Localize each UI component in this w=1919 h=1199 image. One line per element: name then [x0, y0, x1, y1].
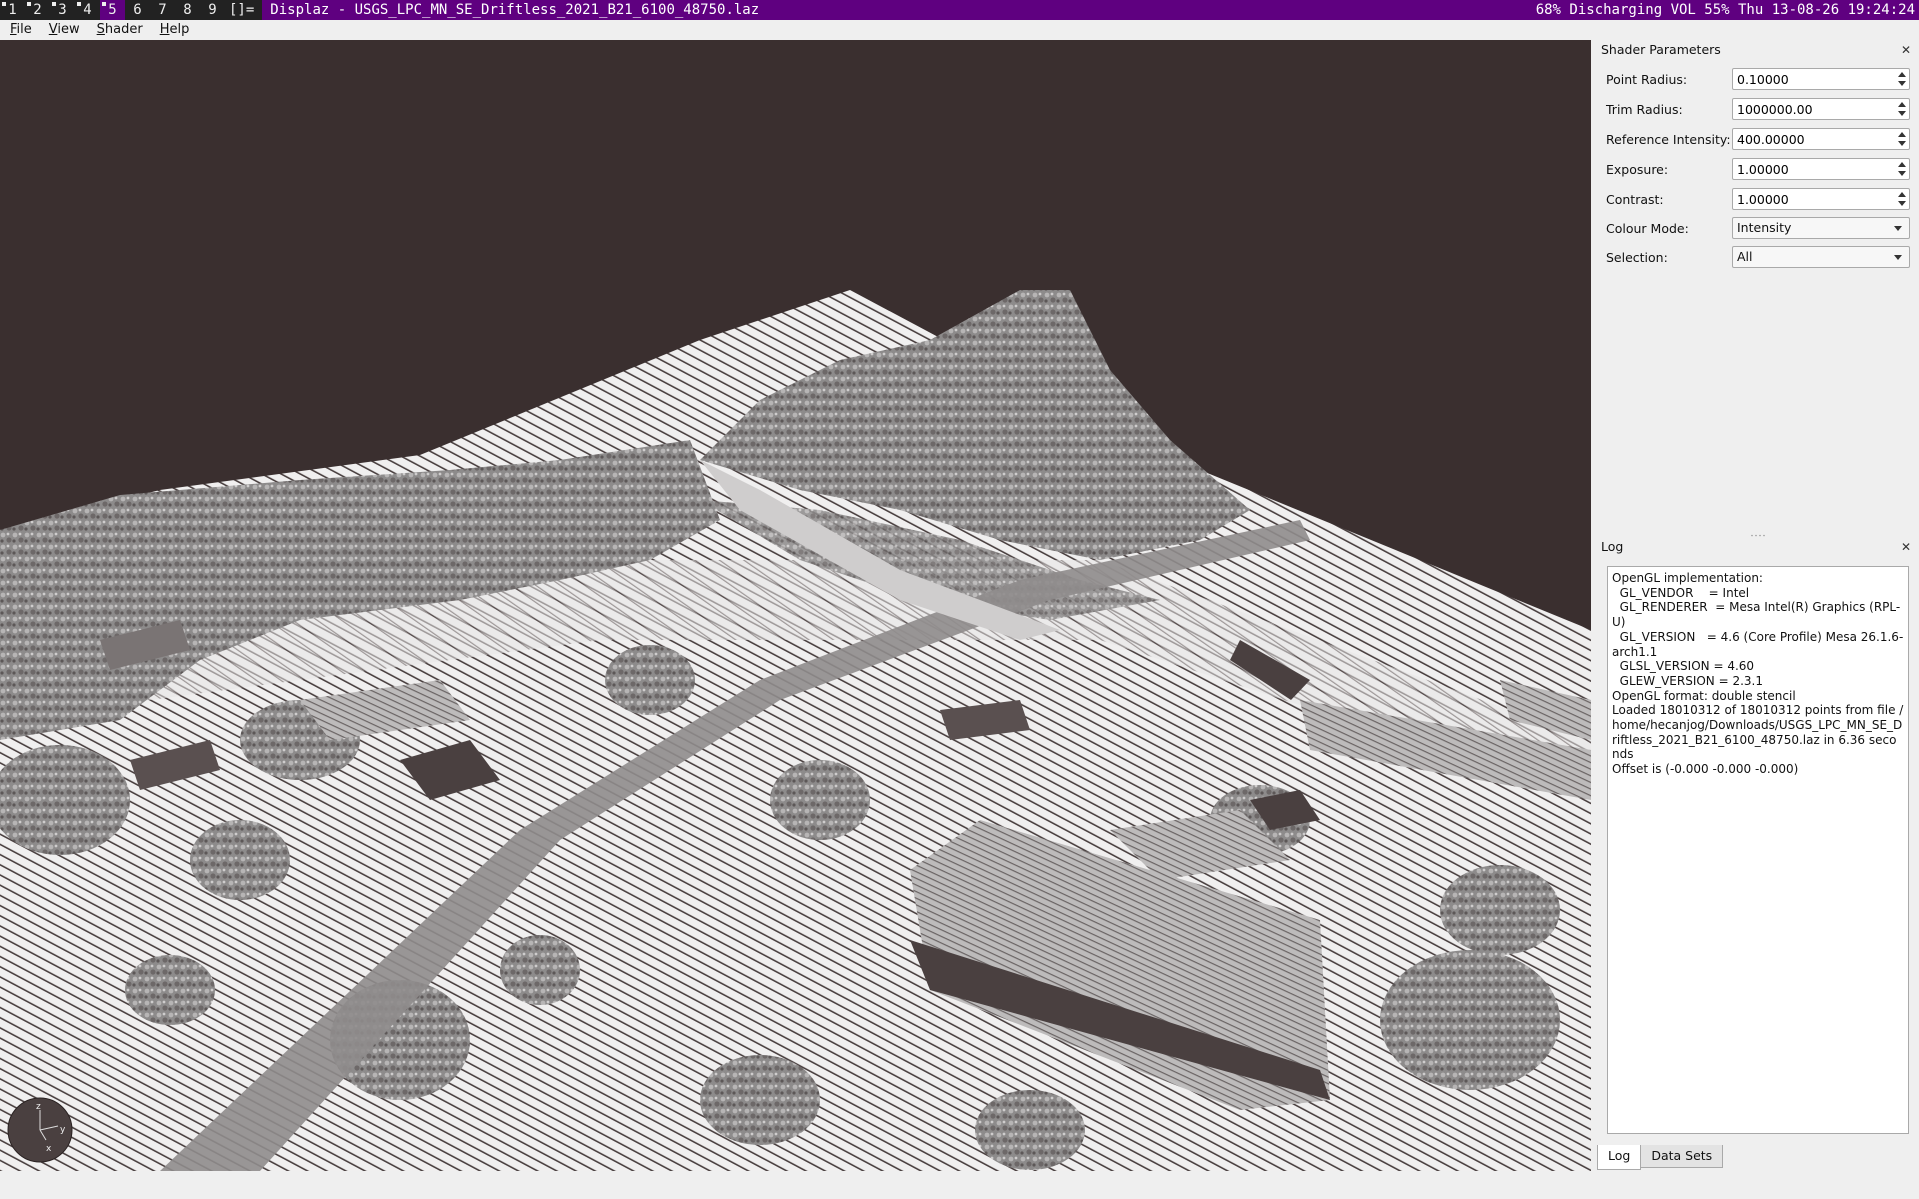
- exposure-input[interactable]: [1733, 159, 1893, 179]
- point-radius-up-icon[interactable]: [1898, 72, 1906, 77]
- reference-intensity-down-icon[interactable]: [1898, 141, 1906, 146]
- chevron-down-icon: [1894, 226, 1902, 231]
- axes-gizmo: z y x: [7, 1097, 73, 1163]
- occupied-indicator-icon: [77, 2, 81, 6]
- log-title-bar: Log ✕: [1600, 537, 1914, 557]
- workspace-tag-3[interactable]: 3: [50, 0, 75, 20]
- reference-intensity-input[interactable]: [1733, 129, 1893, 149]
- axis-z-label: z: [36, 1102, 41, 1112]
- exposure-spinbox[interactable]: [1732, 158, 1910, 180]
- menu-help[interactable]: Help: [150, 20, 197, 40]
- point-cloud-viewport[interactable]: z y x: [0, 40, 1591, 1171]
- point-cloud-render: z y x: [0, 290, 1591, 1171]
- exposure-down-icon[interactable]: [1898, 171, 1906, 176]
- menu-file[interactable]: File: [0, 20, 39, 40]
- reference-intensity-label: Reference Intensity:: [1606, 132, 1731, 147]
- contrast-input[interactable]: [1733, 189, 1893, 209]
- axis-y-label: y: [60, 1125, 66, 1135]
- shader-parameters-panel: Point Radius: Trim Radius: Reference Int…: [1600, 62, 1914, 532]
- exposure-label: Exposure:: [1606, 162, 1669, 177]
- trim-radius-row: Trim Radius:: [1606, 98, 1912, 122]
- contrast-row: Contrast:: [1606, 188, 1912, 212]
- tab-data-sets[interactable]: Data Sets: [1640, 1145, 1724, 1168]
- layout-indicator[interactable]: []=: [225, 0, 262, 20]
- occupied-indicator-icon: [27, 2, 31, 6]
- workspace-tag-7[interactable]: 7: [150, 0, 175, 20]
- workspace-tag-4[interactable]: 4: [75, 0, 100, 20]
- log-title: Log: [1601, 539, 1624, 554]
- occupied-indicator-icon: [2, 2, 6, 6]
- point-radius-spinbox[interactable]: [1732, 68, 1910, 90]
- log-text-area[interactable]: OpenGL implementation: GL_VENDOR = Intel…: [1607, 566, 1909, 1134]
- trim-radius-label: Trim Radius:: [1606, 102, 1683, 117]
- colour-mode-dropdown[interactable]: Intensity: [1732, 217, 1910, 239]
- reference-intensity-up-icon[interactable]: [1898, 132, 1906, 137]
- contrast-label: Contrast:: [1606, 192, 1664, 207]
- workspace-tag-6[interactable]: 6: [125, 0, 150, 20]
- colour-mode-value: Intensity: [1737, 220, 1792, 235]
- occupied-indicator-icon: [52, 2, 56, 6]
- exposure-up-icon[interactable]: [1898, 162, 1906, 167]
- workspace-tag-9[interactable]: 9: [200, 0, 225, 20]
- menu-shader[interactable]: Shader: [87, 20, 150, 40]
- dock-tabs: Log Data Sets: [1597, 1145, 1724, 1170]
- trim-radius-spinbox[interactable]: [1732, 98, 1910, 120]
- selection-row: Selection: All: [1606, 246, 1912, 270]
- selection-dropdown[interactable]: All: [1732, 246, 1910, 268]
- workspace-tag-5[interactable]: 5: [100, 0, 125, 20]
- log-panel-close-icon[interactable]: ✕: [1900, 541, 1912, 553]
- window-title: Displaz - USGS_LPC_MN_SE_Driftless_2021_…: [262, 0, 1532, 20]
- menu-view[interactable]: View: [39, 20, 87, 40]
- selection-value: All: [1737, 249, 1753, 264]
- point-radius-down-icon[interactable]: [1898, 81, 1906, 86]
- point-radius-label: Point Radius:: [1606, 72, 1688, 87]
- selection-label: Selection:: [1606, 250, 1668, 265]
- contrast-down-icon[interactable]: [1898, 201, 1906, 206]
- workspace-tag-8[interactable]: 8: [175, 0, 200, 20]
- top-status-bar: 123456789 []= Displaz - USGS_LPC_MN_SE_D…: [0, 0, 1919, 20]
- contrast-up-icon[interactable]: [1898, 192, 1906, 197]
- workspace-tags: 123456789: [0, 0, 225, 20]
- chevron-down-icon: [1894, 255, 1902, 260]
- reference-intensity-spinbox[interactable]: [1732, 128, 1910, 150]
- tab-log[interactable]: Log: [1597, 1145, 1642, 1170]
- menu-bar: File View Shader Help: [0, 20, 1919, 40]
- shader-parameters-title-bar: Shader Parameters ✕: [1600, 40, 1914, 60]
- workspace-tag-2[interactable]: 2: [25, 0, 50, 20]
- colour-mode-label: Colour Mode:: [1606, 221, 1689, 236]
- axis-x-label: x: [46, 1144, 52, 1154]
- colour-mode-row: Colour Mode: Intensity: [1606, 217, 1912, 241]
- workspace-tag-1[interactable]: 1: [0, 0, 25, 20]
- point-radius-row: Point Radius:: [1606, 68, 1912, 92]
- trim-radius-up-icon[interactable]: [1898, 102, 1906, 107]
- system-status: 68% Discharging VOL 55% Thu 13-08-26 19:…: [1531, 0, 1919, 20]
- status-bar: [0, 1171, 1919, 1199]
- occupied-indicator-icon: [102, 2, 106, 6]
- trim-radius-input[interactable]: [1733, 99, 1893, 119]
- point-radius-input[interactable]: [1733, 69, 1893, 89]
- reference-intensity-row: Reference Intensity:: [1606, 128, 1912, 152]
- shader-parameters-title: Shader Parameters: [1601, 42, 1721, 57]
- contrast-spinbox[interactable]: [1732, 188, 1910, 210]
- exposure-row: Exposure:: [1606, 158, 1912, 182]
- shader-panel-close-icon[interactable]: ✕: [1900, 44, 1912, 56]
- trim-radius-down-icon[interactable]: [1898, 111, 1906, 116]
